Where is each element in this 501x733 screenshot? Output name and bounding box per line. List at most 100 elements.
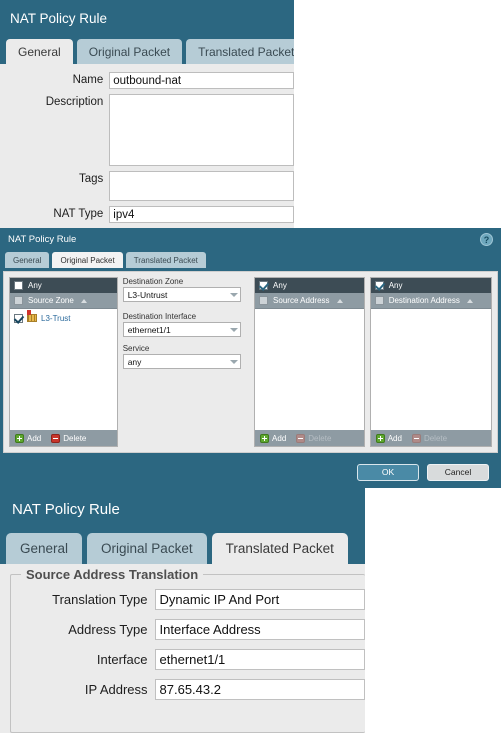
source-zone-header-row[interactable]: Source Zone [10, 293, 117, 309]
source-address-header-label: Source Address [273, 296, 330, 305]
source-address-listbox: Any Source Address Add Delete [254, 277, 365, 447]
dialog-titlebar: NAT Policy Rule ? [0, 228, 501, 250]
source-address-translation-group: Source Address Translation Translation T… [10, 567, 365, 733]
add-label: Add [27, 433, 42, 443]
ip-address-input[interactable]: 87.65.43.2 [154, 679, 365, 700]
description-input[interactable] [109, 94, 294, 166]
ok-button[interactable]: OK [357, 463, 419, 481]
destination-interface-select[interactable]: ethernet1/1 [122, 322, 242, 337]
tab-original-packet-label: Original Packet [101, 541, 193, 556]
address-type-input[interactable]: Interface Address [154, 619, 365, 640]
source-zone-footer: Add Delete [10, 430, 117, 446]
source-zone-listbox: Any Source Zone L3-Trust Add Delete [9, 277, 118, 447]
row-label: L3-Trust [41, 313, 71, 323]
delete-label: Delete [63, 433, 87, 443]
chevron-down-icon[interactable] [230, 327, 239, 332]
destination-zone-select[interactable]: L3-Untrust [122, 287, 242, 302]
source-zone-any-row[interactable]: Any [10, 278, 117, 293]
minus-icon [411, 433, 421, 443]
tab-original-packet[interactable]: Original Packet [87, 533, 207, 564]
delete-label: Delete [308, 433, 332, 443]
translation-type-input[interactable]: Dynamic IP And Port [154, 589, 365, 610]
ip-address-label: IP Address [84, 682, 148, 697]
field-row-ip-address: IP Address 87.65.43.2 [11, 679, 365, 700]
destination-address-any-row[interactable]: Any [370, 278, 491, 293]
tab-translated-packet-label: Translated Packet [133, 255, 198, 265]
dialog-title: NAT Policy Rule [8, 233, 77, 245]
destination-zone-label: Destination Zone [122, 277, 184, 286]
tab-original-packet[interactable]: Original Packet [52, 252, 123, 268]
source-address-any-checkbox[interactable] [259, 281, 269, 290]
nat-policy-rule-dialog-general: NAT Policy Rule General Original Packet … [0, 0, 294, 228]
cancel-button[interactable]: Cancel [427, 463, 489, 481]
interface-input[interactable]: ethernet1/1 [154, 649, 365, 670]
add-destination-address-button[interactable]: Add [375, 433, 402, 443]
destination-address-any-checkbox[interactable] [374, 281, 384, 290]
source-zone-any-checkbox[interactable] [14, 281, 23, 290]
add-label: Add [387, 433, 402, 443]
chevron-down-icon[interactable] [230, 359, 239, 364]
source-address-any-label: Any [273, 281, 287, 290]
tab-general[interactable]: General [6, 39, 73, 64]
tab-translated-packet[interactable]: Translated Packet [211, 533, 348, 564]
tags-input[interactable] [109, 171, 294, 201]
source-zone-header-label: Source Zone [28, 296, 74, 305]
nat-policy-rule-dialog-original-packet: NAT Policy Rule ? General Original Packe… [0, 228, 501, 488]
dialog-footer: OK Cancel [0, 456, 501, 488]
tab-strip: General Original Packet Translated Packe… [0, 250, 501, 268]
tab-general[interactable]: General [5, 252, 50, 268]
source-address-header-row[interactable]: Source Address [255, 293, 364, 309]
sort-ascending-icon[interactable] [80, 298, 87, 303]
original-packet-content: Any Source Zone L3-Trust Add Delete Dest… [3, 271, 498, 453]
source-address-footer: Add Delete [255, 430, 364, 446]
description-label: Description [45, 96, 104, 108]
translation-type-label: Translation Type [52, 592, 148, 607]
name-input[interactable]: outbound-nat [109, 72, 294, 89]
tab-translated-packet-label: Translated Packet [198, 44, 294, 59]
add-source-address-button[interactable]: Add [260, 433, 287, 443]
sort-ascending-icon[interactable] [466, 298, 473, 303]
dialog-titlebar: NAT Policy Rule [0, 488, 365, 530]
destination-address-header-checkbox[interactable] [374, 296, 384, 305]
address-type-label: Address Type [68, 622, 148, 637]
chevron-down-icon[interactable] [230, 292, 239, 297]
service-select[interactable]: any [122, 354, 242, 369]
tab-translated-packet-label: Translated Packet [225, 541, 334, 556]
nat-type-input[interactable]: ipv4 [109, 206, 294, 223]
source-address-rows [255, 309, 364, 430]
tab-translated-packet[interactable]: Translated Packet [125, 252, 206, 268]
add-source-zone-button[interactable]: Add [15, 433, 42, 443]
table-row[interactable]: L3-Trust [10, 310, 117, 325]
field-row-description: Description [0, 94, 294, 166]
delete-label: Delete [423, 433, 448, 443]
tab-general[interactable]: General [6, 533, 83, 564]
source-zone-rows: L3-Trust [10, 309, 117, 430]
tab-strip: General Original Packet Translated Packe… [0, 36, 294, 64]
delete-source-zone-button[interactable]: Delete [51, 433, 87, 443]
tab-general-label: General [18, 44, 61, 59]
sort-ascending-icon[interactable] [336, 298, 343, 303]
tab-strip: General Original Packet Translated Packe… [0, 530, 365, 564]
source-address-header-checkbox[interactable] [259, 296, 269, 305]
destination-zone-value: L3-Untrust [127, 289, 168, 300]
tags-label: Tags [78, 173, 104, 185]
row-checkbox[interactable] [14, 313, 23, 323]
destination-address-footer: Add Delete [370, 430, 491, 446]
dialog-titlebar: NAT Policy Rule [0, 0, 294, 36]
general-tab-body: Name outbound-nat Description Tags NAT T… [0, 64, 294, 228]
nat-policy-rule-dialog-translated-packet: NAT Policy Rule General Original Packet … [0, 488, 365, 733]
delete-destination-address-button: Delete [411, 433, 448, 443]
name-label: Name [72, 74, 104, 86]
destination-address-header-row[interactable]: Destination Address [370, 293, 491, 309]
add-label: Add [272, 433, 287, 443]
tab-original-packet[interactable]: Original Packet [76, 39, 183, 64]
plus-icon [260, 433, 270, 443]
help-circle-icon[interactable]: ? [480, 232, 493, 246]
field-row-translation-type: Translation Type Dynamic IP And Port [11, 589, 365, 610]
minus-icon [51, 433, 61, 443]
source-address-any-row[interactable]: Any [255, 278, 364, 293]
original-packet-selects-column: Destination Zone L3-Untrust Destination … [122, 277, 242, 447]
source-zone-header-checkbox[interactable] [14, 296, 23, 305]
tab-translated-packet[interactable]: Translated Packet [186, 39, 294, 64]
tab-original-packet-label: Original Packet [88, 44, 171, 59]
